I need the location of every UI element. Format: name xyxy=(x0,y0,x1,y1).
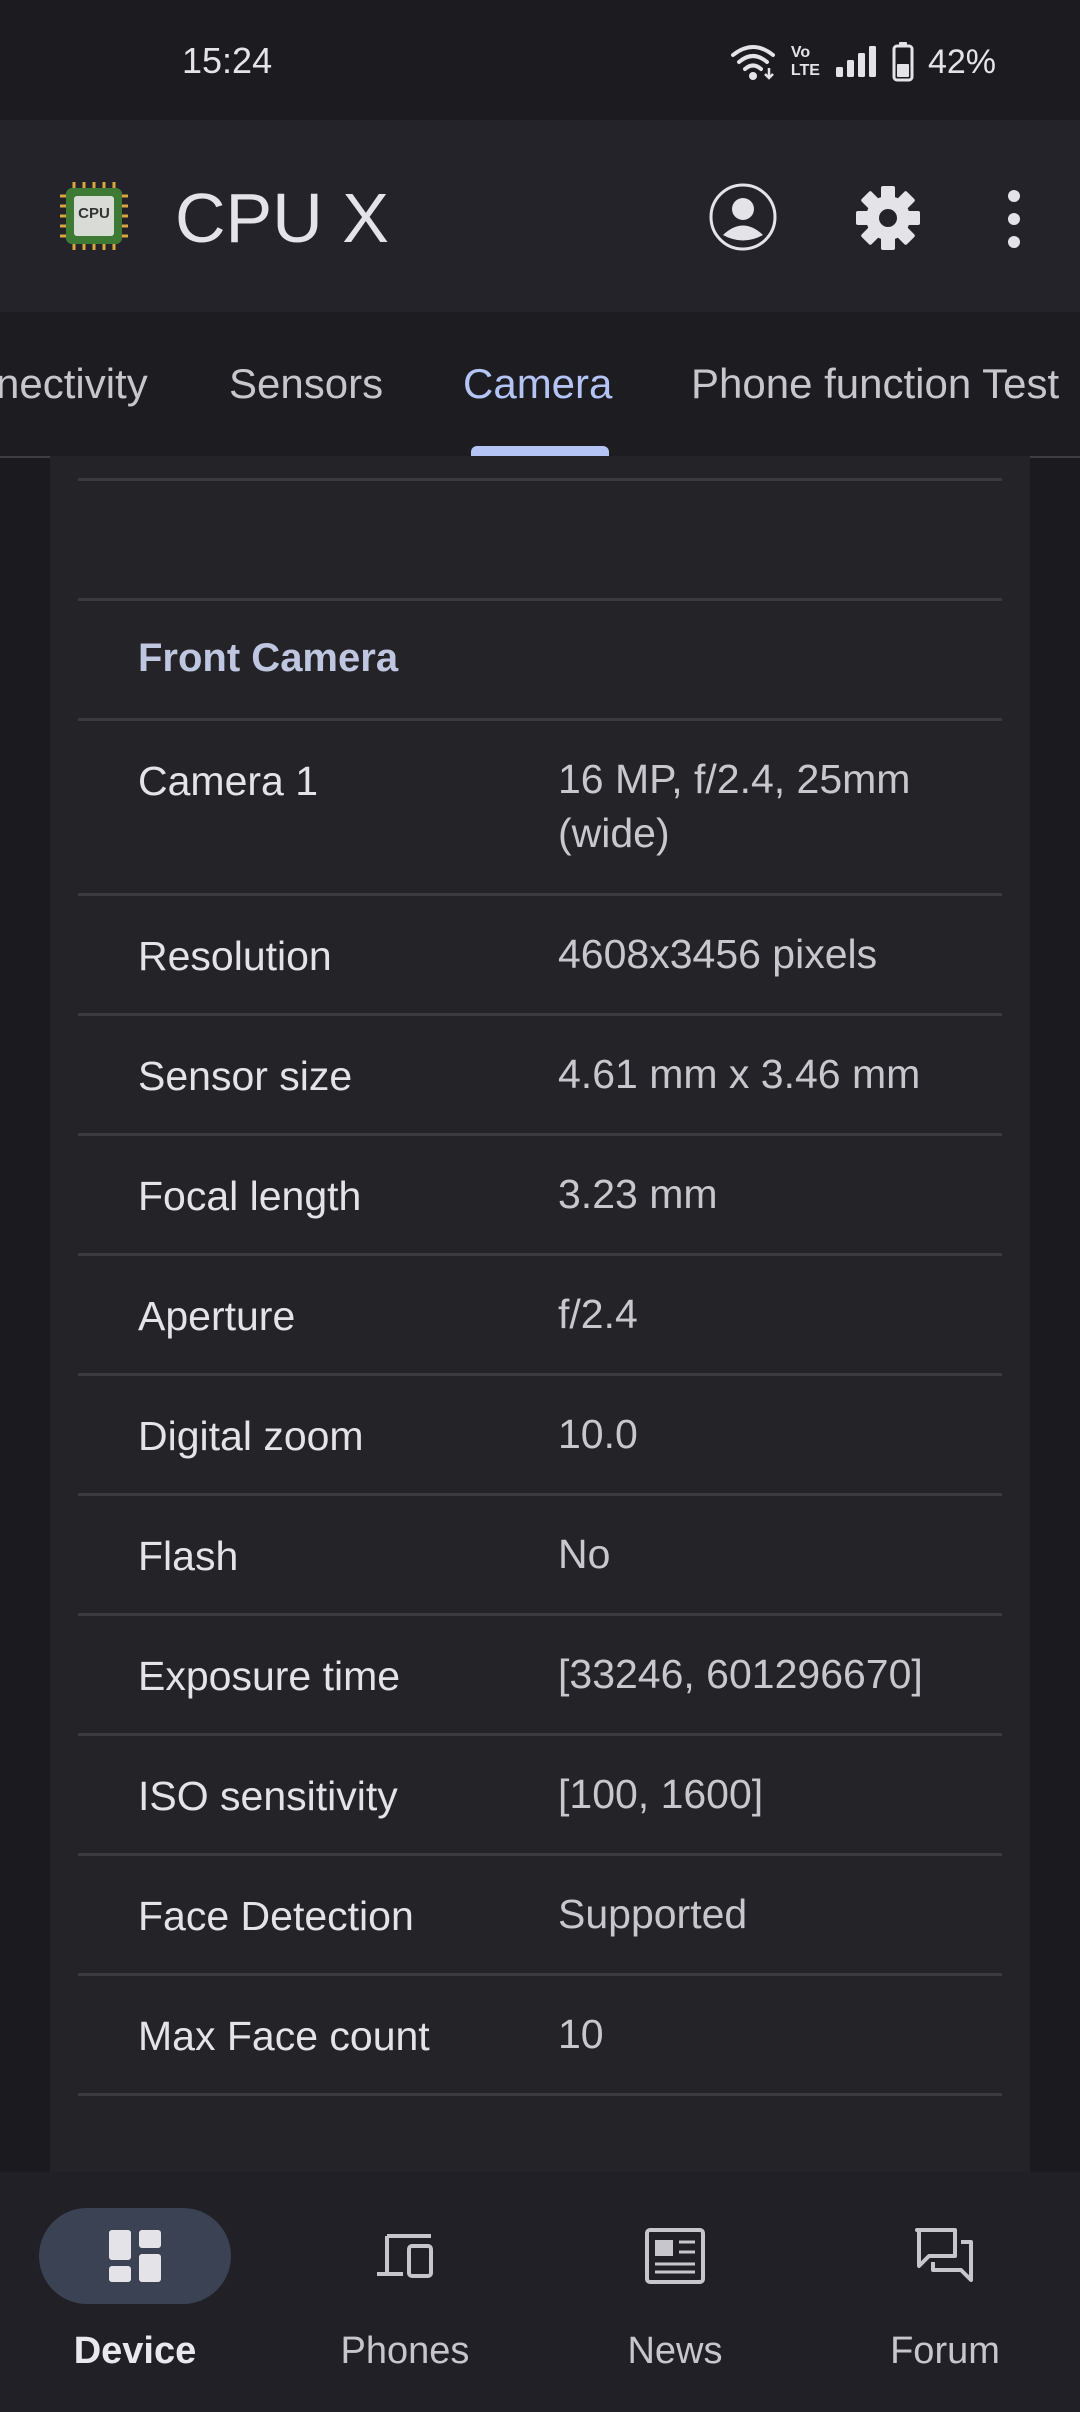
nav-label-forum: Forum xyxy=(890,2330,1000,2372)
more-vert-icon xyxy=(1008,190,1020,248)
row-value-aperture: f/2.4 xyxy=(558,1291,638,1337)
row-value-sensor-size: 4.61 mm x 3.46 mm xyxy=(558,1051,921,1097)
signal-icon xyxy=(834,45,878,79)
row-label-flash: Flash xyxy=(138,1533,239,1579)
row-label-max-face-count: Max Face count xyxy=(138,2013,430,2059)
volte-icon: Vo LTE xyxy=(791,44,820,80)
nav-item-device[interactable]: Device xyxy=(0,2172,270,2412)
more-options-button[interactable] xyxy=(990,184,1038,254)
battery-icon xyxy=(892,42,914,82)
tab-bar: nectivity Sensors Camera Phone function … xyxy=(0,312,1080,458)
divider xyxy=(78,1853,1002,1856)
app-logo-text: CPU xyxy=(78,205,110,222)
section-title: Front Camera xyxy=(138,636,399,680)
wifi-icon xyxy=(729,42,777,82)
app-bar: CPU CPU X xyxy=(0,120,1080,312)
row-label-face-detection: Face Detection xyxy=(138,1893,414,1939)
divider xyxy=(78,478,1002,481)
nav-label-phones: Phones xyxy=(340,2330,470,2372)
dashboard-icon xyxy=(109,2230,161,2282)
divider xyxy=(78,1973,1002,1976)
volte-label-bottom: LTE xyxy=(790,62,820,79)
divider xyxy=(78,1733,1002,1736)
tab-camera[interactable]: Camera xyxy=(463,360,612,408)
divider xyxy=(78,1013,1002,1016)
tab-sensors[interactable]: Sensors xyxy=(229,360,383,408)
row-label-resolution: Resolution xyxy=(138,933,332,979)
devices-icon xyxy=(377,2234,433,2278)
app-logo: CPU xyxy=(56,178,132,254)
row-value-camera-1: 16 MP, f/2.4, 25mm (wide) xyxy=(558,756,911,856)
settings-icon xyxy=(856,186,920,250)
divider xyxy=(78,1253,1002,1256)
account-icon xyxy=(709,183,777,251)
divider xyxy=(78,1133,1002,1136)
status-time: 15:24 xyxy=(182,40,273,81)
row-value-exposure-time: [33246, 601296670] xyxy=(558,1651,923,1697)
bottom-navigation: Device Phones News Forum xyxy=(0,2172,1080,2412)
account-button[interactable] xyxy=(708,182,778,252)
divider xyxy=(78,598,1002,601)
row-value-max-face-count: 10 xyxy=(558,2011,604,2057)
nav-label-news: News xyxy=(627,2330,723,2372)
settings-button[interactable] xyxy=(852,182,924,254)
row-label-exposure-time: Exposure time xyxy=(138,1653,401,1699)
divider xyxy=(78,893,1002,896)
divider xyxy=(78,1373,1002,1376)
nav-label-device: Device xyxy=(73,2330,197,2372)
divider xyxy=(78,718,1002,721)
row-value-flash: No xyxy=(558,1531,611,1577)
nav-item-phones[interactable]: Phones xyxy=(270,2172,540,2412)
divider xyxy=(78,2093,1002,2096)
row-value-digital-zoom: 10.0 xyxy=(558,1411,638,1457)
status-icons: Vo LTE 42% xyxy=(729,38,996,86)
row-label-sensor-size: Sensor size xyxy=(138,1053,353,1099)
battery-percent: 42% xyxy=(927,42,996,81)
status-bar: 15:24 Vo LTE 42% xyxy=(0,0,1080,120)
row-value-focal-length: 3.23 mm xyxy=(558,1171,718,1217)
row-label-iso-sensitivity: ISO sensitivity xyxy=(138,1773,398,1819)
row-label-camera-1: Camera 1 xyxy=(138,758,319,804)
row-label-digital-zoom: Digital zoom xyxy=(138,1413,364,1459)
row-value-resolution: 4608x3456 pixels xyxy=(558,931,878,977)
row-value-face-detection: Supported xyxy=(558,1891,748,1937)
volte-label-top: Vo xyxy=(790,44,811,61)
row-label-aperture: Aperture xyxy=(138,1293,296,1339)
tab-connectivity[interactable]: nectivity xyxy=(0,360,148,408)
app-title: CPU X xyxy=(175,179,389,257)
forum-icon xyxy=(915,2228,973,2282)
divider xyxy=(78,1613,1002,1616)
tab-phone-function-test[interactable]: Phone function Test xyxy=(691,360,1059,408)
nav-item-forum[interactable]: Forum xyxy=(810,2172,1080,2412)
row-label-focal-length: Focal length xyxy=(138,1173,362,1219)
nav-item-news[interactable]: News xyxy=(540,2172,810,2412)
row-value-iso-sensitivity: [100, 1600] xyxy=(558,1771,764,1817)
divider xyxy=(78,1493,1002,1496)
newspaper-icon xyxy=(645,2228,705,2284)
active-tab-indicator xyxy=(471,446,609,456)
